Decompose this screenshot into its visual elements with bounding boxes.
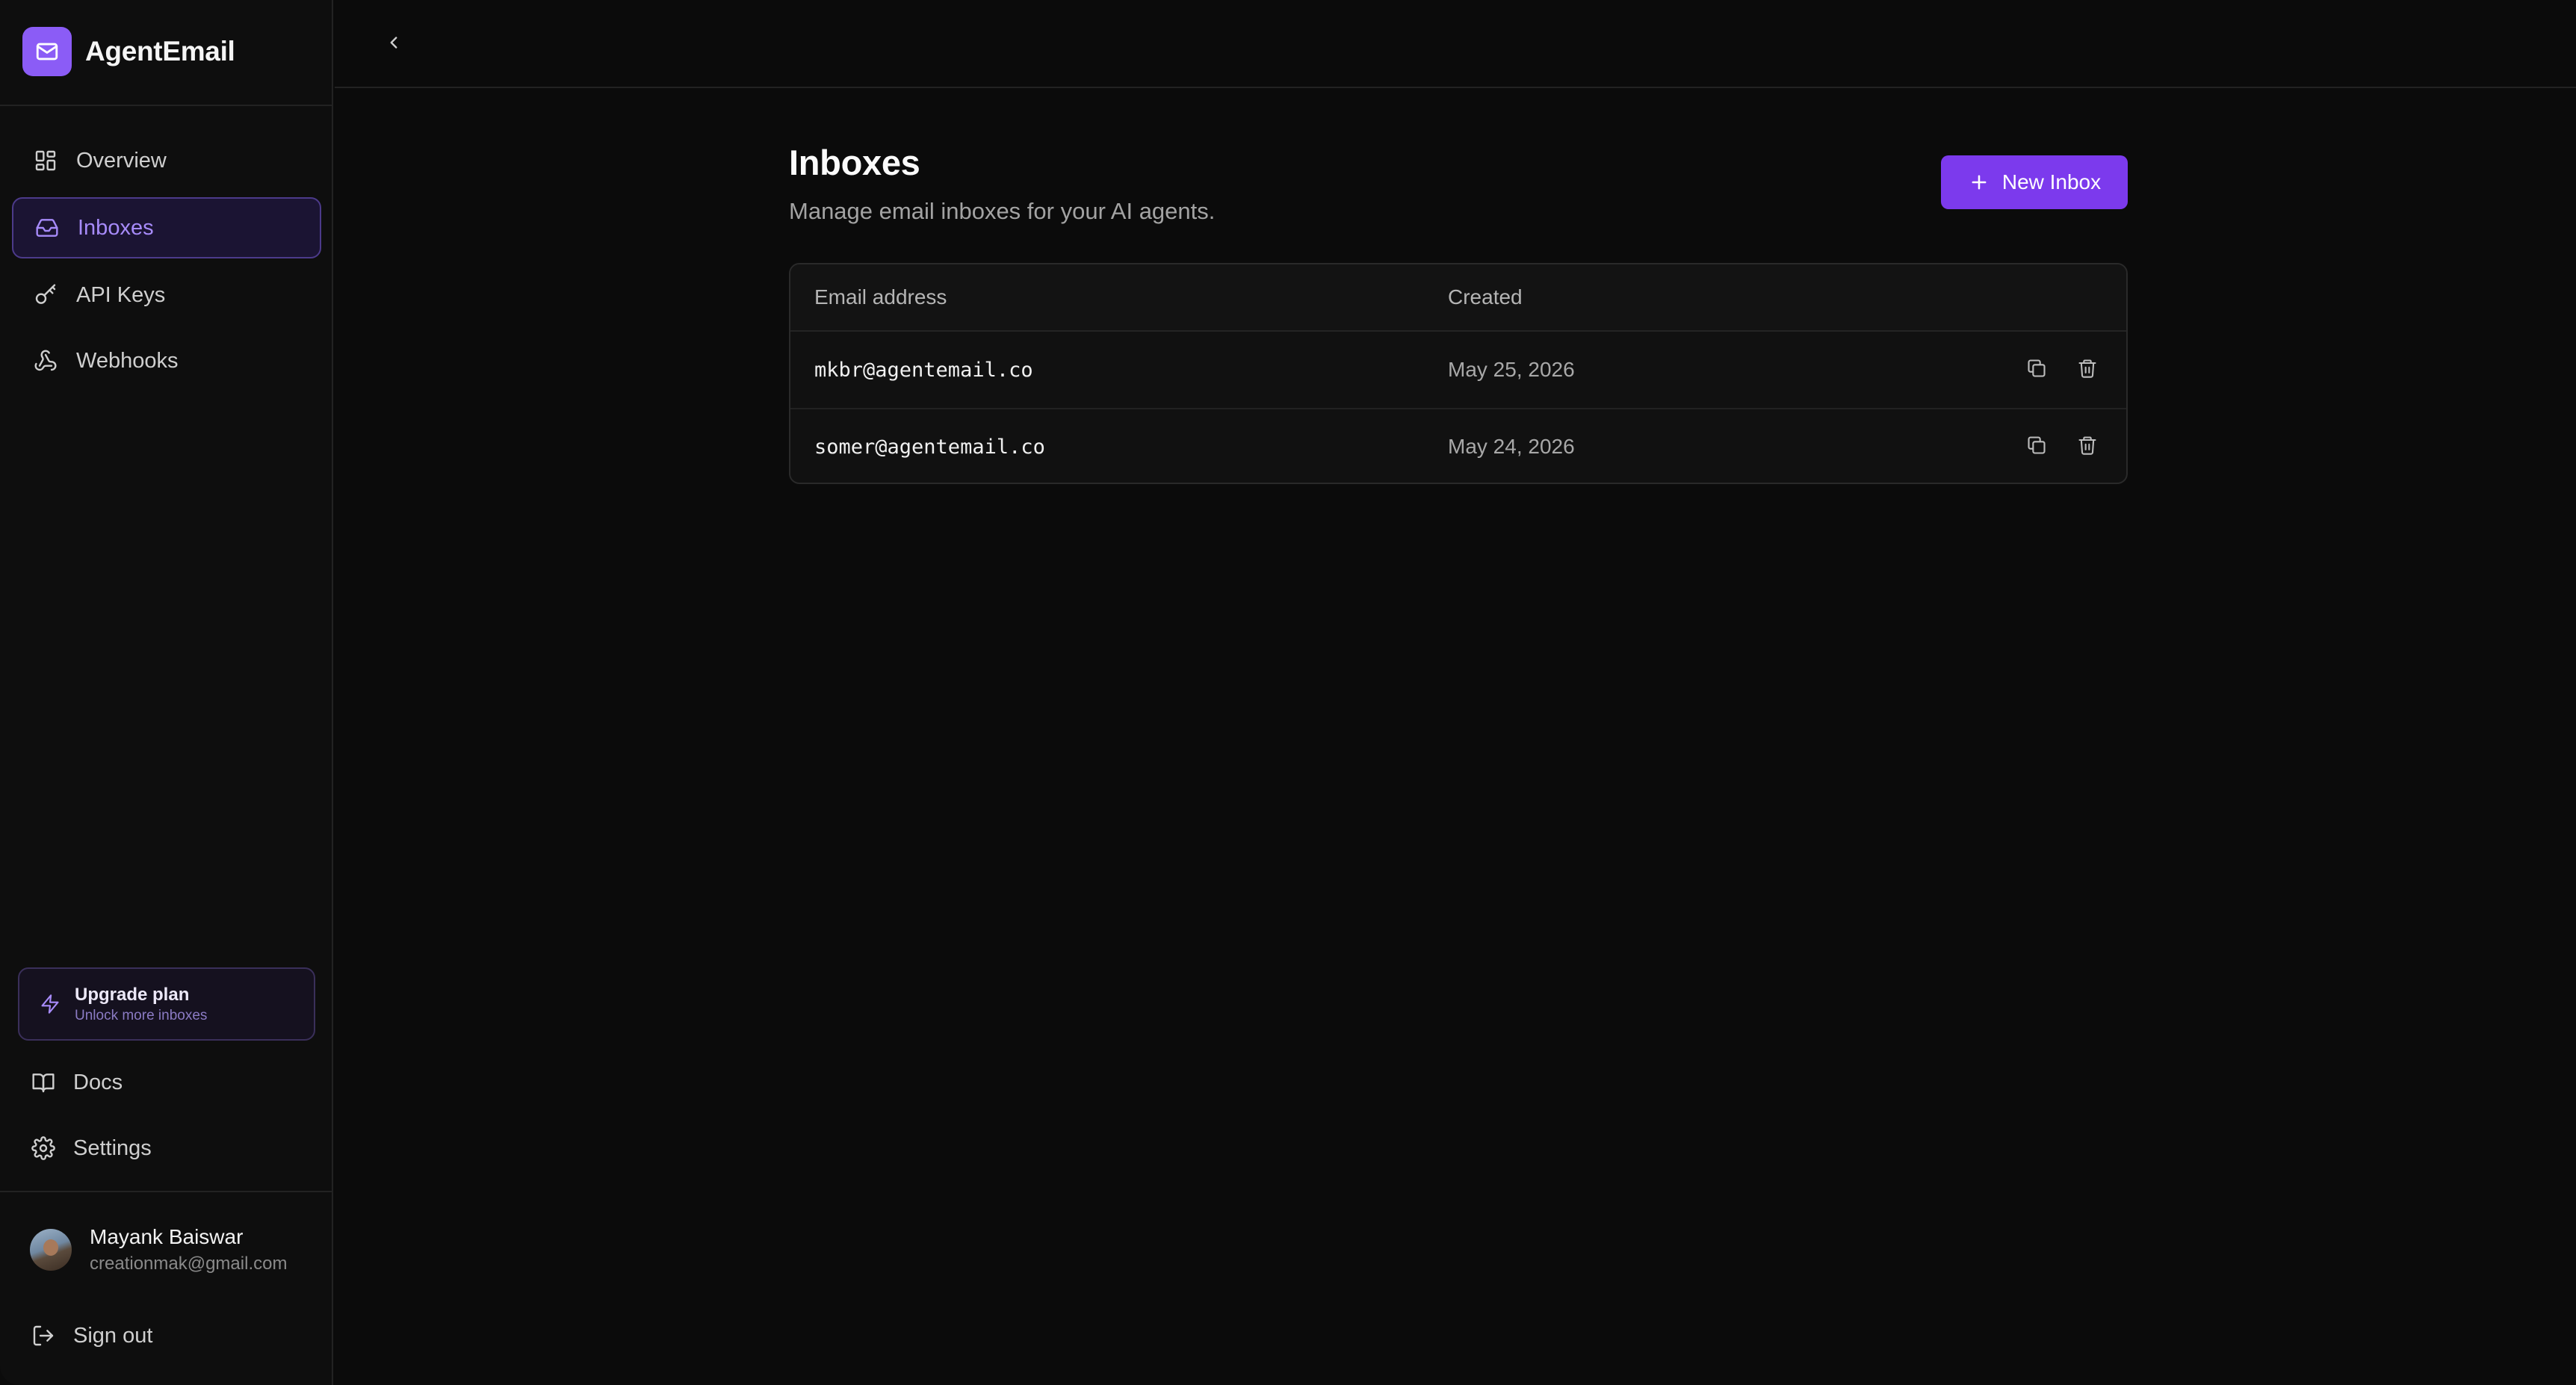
email-cell: somer@agentemail.co [814, 435, 1045, 459]
mail-icon [22, 27, 72, 76]
upgrade-subtitle: Unlock more inboxes [75, 1007, 208, 1023]
created-cell: May 25, 2026 [1448, 358, 1575, 381]
inbox-icon [33, 214, 61, 242]
created-cell: May 24, 2026 [1448, 435, 1575, 458]
trash-icon [2077, 435, 2098, 459]
user-email: creationmak@gmail.com [90, 1254, 288, 1274]
avatar [30, 1229, 72, 1271]
email-cell: mkbr@agentemail.co [814, 358, 1033, 382]
page-title: Inboxes [789, 143, 920, 182]
new-inbox-label: New Inbox [2001, 170, 2102, 193]
user-profile[interactable]: Mayank Baiswar creationmak@gmail.com [30, 1225, 287, 1274]
app-window: AgentEmail Overview Inboxes API Keys Web… [0, 0, 2576, 1385]
upgrade-title: Upgrade plan [75, 984, 190, 1005]
chevron-left-icon [384, 33, 403, 56]
divider [0, 105, 332, 106]
sidebar-item-label: API Keys [76, 282, 166, 307]
table-header: Email address Created [790, 264, 2126, 332]
user-name: Mayank Baiswar [90, 1225, 244, 1248]
trash-icon [2077, 358, 2098, 382]
sidebar-item-label: Overview [76, 148, 167, 173]
divider [0, 1191, 332, 1192]
webhook-icon [31, 347, 60, 375]
sidebar-item-webhooks[interactable]: Webhooks [12, 330, 321, 391]
copy-icon [2026, 358, 2047, 382]
page-subtitle: Manage email inboxes for your AI agents. [789, 198, 1216, 224]
sign-out-button[interactable]: Sign out [12, 1307, 321, 1364]
copy-icon [2026, 435, 2047, 459]
sidebar-item-label: Settings [73, 1135, 152, 1160]
table-row[interactable]: mkbr@agentemail.co May 25, 2026 [790, 332, 2126, 408]
delete-button[interactable] [2071, 430, 2104, 463]
sidebar: AgentEmail Overview Inboxes API Keys Web… [0, 0, 333, 1385]
sidebar-item-docs[interactable]: Docs [12, 1054, 321, 1111]
log-out-icon [30, 1322, 57, 1349]
book-icon [30, 1069, 57, 1096]
row-actions [2002, 430, 2104, 463]
collapse-sidebar-button[interactable] [377, 27, 411, 61]
brand[interactable]: AgentEmail [22, 27, 235, 76]
column-header-created: Created [1448, 285, 1523, 309]
copy-button[interactable] [2020, 430, 2053, 463]
topbar [335, 0, 2576, 88]
sidebar-item-label: Webhooks [76, 348, 179, 373]
sidebar-item-inboxes[interactable]: Inboxes [12, 197, 321, 258]
main-content: Inboxes Manage email inboxes for your AI… [789, 142, 2128, 484]
gear-icon [30, 1135, 57, 1162]
column-header-email: Email address [814, 285, 947, 309]
sidebar-item-label: Docs [73, 1070, 123, 1094]
row-actions [2002, 353, 2104, 386]
copy-button[interactable] [2020, 353, 2053, 386]
upgrade-plan-button[interactable]: Upgrade plan Unlock more inboxes [18, 967, 315, 1041]
sign-out-label: Sign out [73, 1323, 153, 1348]
zap-icon [39, 993, 61, 1015]
sidebar-item-api-keys[interactable]: API Keys [12, 264, 321, 326]
delete-button[interactable] [2071, 353, 2104, 386]
key-icon [31, 281, 60, 309]
plus-icon [1968, 171, 1990, 193]
sidebar-item-label: Inboxes [78, 215, 154, 240]
layout-grid-icon [31, 146, 60, 175]
table-row[interactable]: somer@agentemail.co May 24, 2026 [790, 408, 2126, 483]
brand-name: AgentEmail [85, 36, 235, 66]
sidebar-item-settings[interactable]: Settings [12, 1120, 321, 1177]
new-inbox-button[interactable]: New Inbox [1941, 155, 2128, 209]
sidebar-item-overview[interactable]: Overview [12, 130, 321, 191]
inboxes-table: Email address Created mkbr@agentemail.co… [789, 263, 2128, 484]
